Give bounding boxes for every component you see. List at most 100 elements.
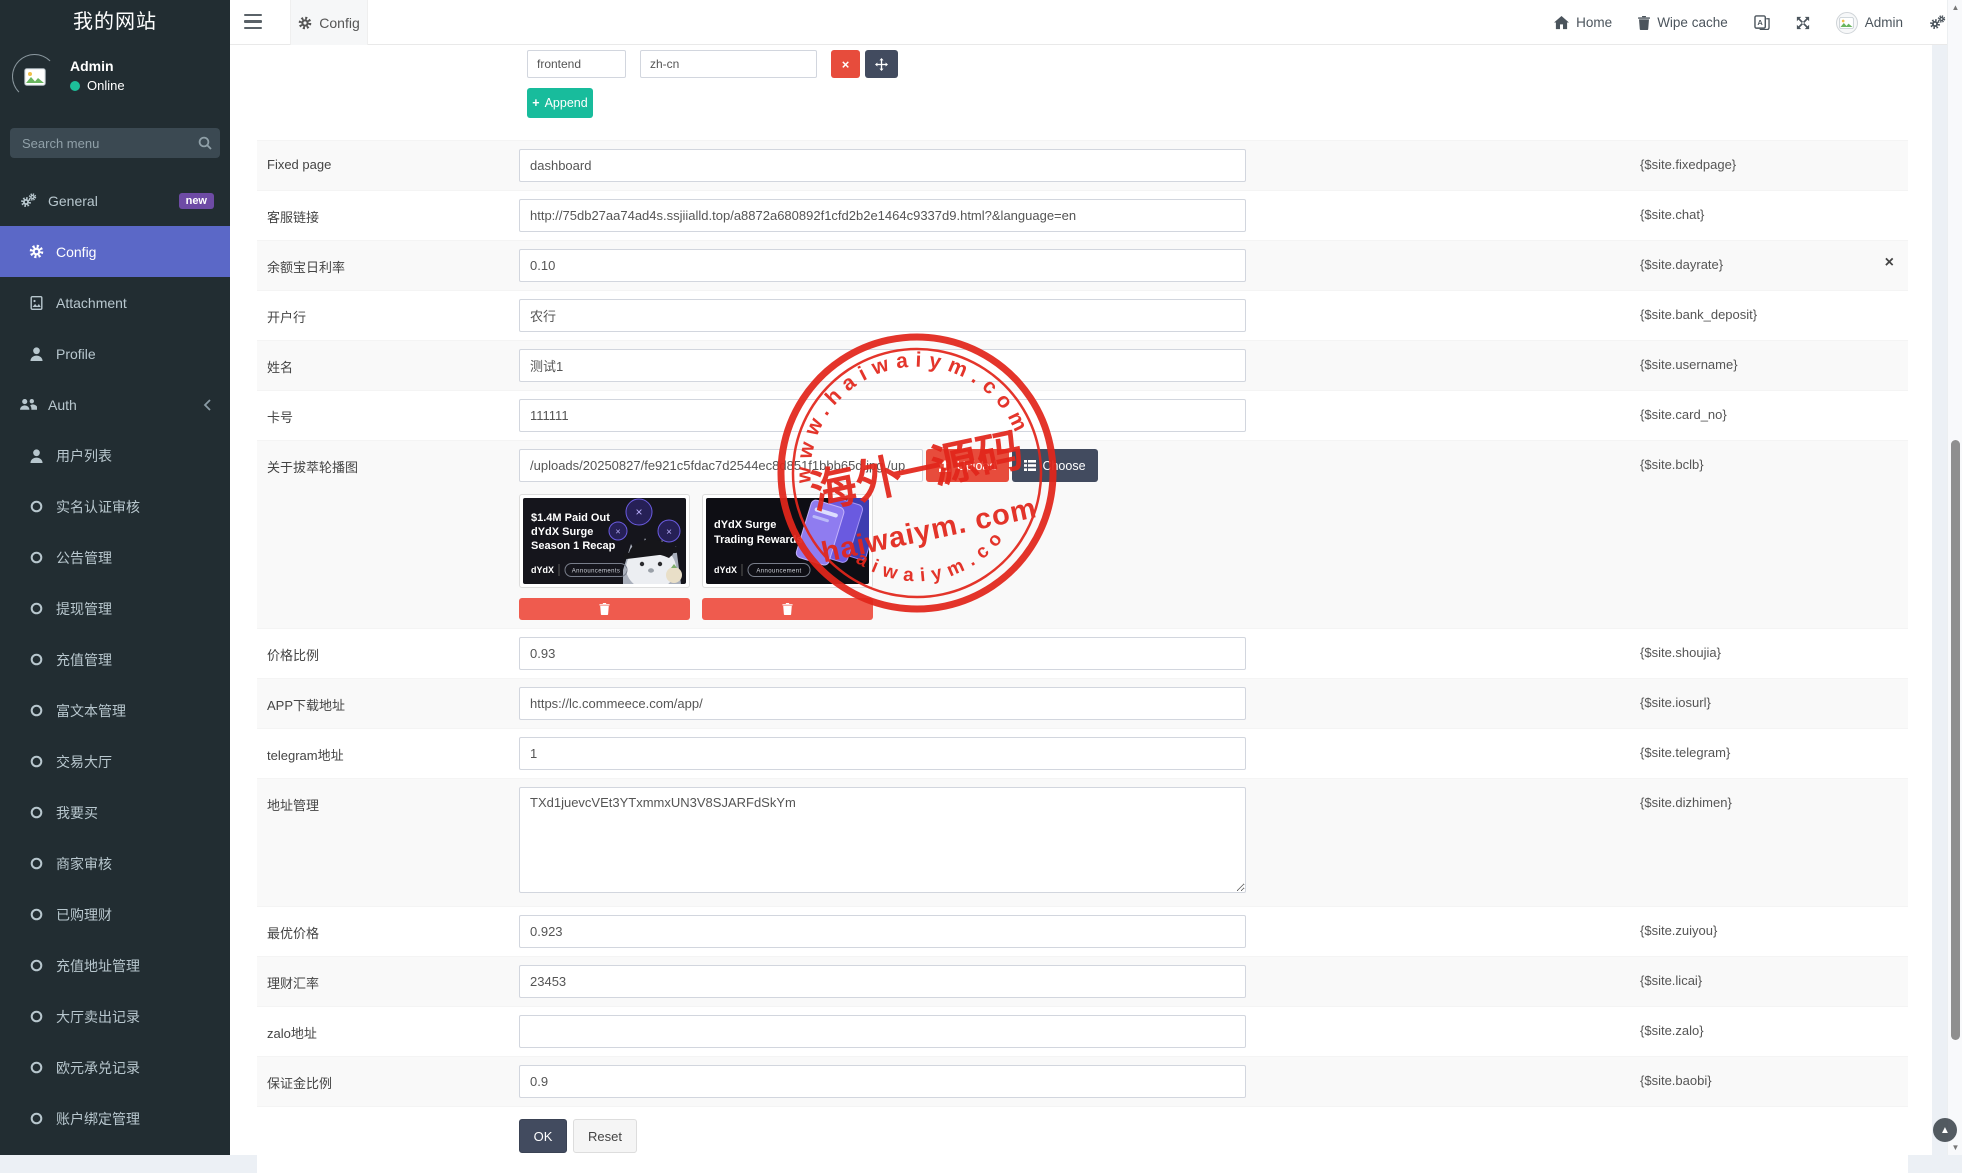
config-row: 余额宝日利率 {$site.dayrate}× (257, 240, 1908, 290)
sidebar-item-recharge-address[interactable]: 充值地址管理 (0, 940, 230, 991)
fullscreen-button[interactable] (1796, 16, 1810, 30)
trash-icon (782, 603, 793, 615)
drag-language-button[interactable] (865, 50, 898, 78)
row-label: 价格比例 (257, 629, 519, 678)
row-input[interactable] (519, 1065, 1246, 1098)
row-label: telegram地址 (257, 729, 519, 778)
row-input[interactable] (519, 299, 1246, 332)
circle-icon (27, 653, 45, 666)
sidebar-item-want-buy[interactable]: 我要买 (0, 787, 230, 838)
upload-button[interactable]: Upload (926, 449, 1009, 482)
sidebar-item-recharge[interactable]: 充值管理 (0, 634, 230, 685)
row-input[interactable] (519, 449, 923, 482)
slide-thumbnail[interactable]: × × × $1.4M Paid Out dYdX Surge Season 1… (519, 494, 690, 588)
row-input[interactable] (519, 965, 1246, 998)
sidebar-item-purchased[interactable]: 已购理财 (0, 889, 230, 940)
row-textarea[interactable] (519, 787, 1246, 893)
row-label: 余额宝日利率 (257, 241, 519, 290)
home-icon (1554, 16, 1569, 30)
token-text: {$site.baobi} (1640, 1073, 1712, 1088)
row-input[interactable] (519, 915, 1246, 948)
row-input[interactable] (519, 149, 1246, 182)
trash-icon (1638, 16, 1650, 30)
token-text: {$site.username} (1640, 357, 1738, 372)
token-text: {$site.zuiyou} (1640, 923, 1717, 938)
slide-thumbnail[interactable]: dYdX Surge Trading RewardsdYdX Announcem… (702, 494, 873, 588)
sidebar-item-announcement[interactable]: 公告管理 (0, 532, 230, 583)
row-input[interactable] (519, 737, 1246, 770)
row-label: APP下载地址 (257, 679, 519, 728)
row-input[interactable] (519, 637, 1246, 670)
remove-language-button[interactable]: × (831, 50, 860, 78)
sidebar-item-attachment[interactable]: Attachment (0, 277, 230, 328)
config-row: 地址管理{$site.dizhimen} (257, 778, 1908, 906)
language-name-input[interactable] (527, 50, 626, 78)
token-text: {$site.telegram} (1640, 745, 1730, 760)
row-token: {$site.fixedpage} (1246, 141, 1908, 190)
scrollbar-thumb[interactable] (1951, 440, 1960, 1040)
language-value-input[interactable] (640, 50, 817, 78)
sidebar-item-label: 大厅卖出记录 (56, 1007, 140, 1027)
row-input[interactable] (519, 399, 1246, 432)
settings-button[interactable] (1929, 15, 1946, 30)
row-input[interactable] (519, 1015, 1246, 1048)
ok-button[interactable]: OK (519, 1119, 567, 1153)
delete-slide-button[interactable] (702, 598, 873, 620)
search-icon[interactable] (198, 136, 212, 150)
append-button[interactable]: +Append (527, 88, 593, 118)
row-token: {$site.username} (1246, 341, 1908, 390)
sidebar-item-label: 用户列表 (56, 446, 112, 466)
sidebar-item-config[interactable]: Config (0, 226, 230, 277)
admin-menu[interactable]: Admin (1836, 12, 1903, 34)
row-label: 姓名 (257, 341, 519, 390)
sidebar-item-withdraw[interactable]: 提现管理 (0, 583, 230, 634)
config-row: Fixed page{$site.fixedpage} (257, 140, 1908, 190)
row-input[interactable] (519, 199, 1246, 232)
circle-icon (27, 1010, 45, 1023)
row-input[interactable] (519, 687, 1246, 720)
config-row: 客服链接{$site.chat} (257, 190, 1908, 240)
sidebar-item-label: 充值地址管理 (56, 956, 140, 976)
tab-config[interactable]: Config (290, 0, 368, 45)
sidebar-item-profile[interactable]: Profile (0, 328, 230, 379)
sidebar-item-realname-audit[interactable]: 实名认证审核 (0, 481, 230, 532)
home-link[interactable]: Home (1554, 15, 1612, 30)
scroll-down-icon[interactable]: ▼ (1948, 1143, 1962, 1152)
language-switch-button[interactable]: A (1754, 15, 1770, 30)
reset-button[interactable]: Reset (573, 1119, 637, 1153)
sidebar-item-trade-hall[interactable]: 交易大厅 (0, 736, 230, 787)
sidebar-item-hall-sell-log[interactable]: 大厅卖出记录 (0, 991, 230, 1042)
append-label: Append (545, 96, 588, 110)
user-status: Online (70, 78, 125, 93)
search-input[interactable] (22, 136, 198, 151)
row-input[interactable] (519, 249, 1246, 282)
sidebar-item-euro-exchange-log[interactable]: 欧元承兑记录 (0, 1042, 230, 1093)
svg-text:Season 1 Recap: Season 1 Recap (531, 540, 616, 552)
sidebar-item-label: General (48, 193, 98, 209)
circle-icon (27, 704, 45, 717)
token-text: {$site.card_no} (1640, 407, 1727, 422)
row-input[interactable] (519, 349, 1246, 382)
scroll-up-icon[interactable]: ▲ (1948, 3, 1962, 12)
circle-icon (27, 1061, 45, 1074)
back-to-top-button[interactable]: ▲ (1933, 1118, 1957, 1142)
move-icon (875, 58, 888, 71)
sidebar-item-label: 欧元承兑记录 (56, 1058, 140, 1078)
page-scrollbar[interactable]: ▲ ▼ (1947, 0, 1962, 1155)
choose-button[interactable]: Choose (1012, 449, 1098, 482)
sidebar-item-label: 公告管理 (56, 548, 112, 568)
svg-text:dYdX Surge: dYdX Surge (714, 519, 776, 531)
row-token: {$site.dayrate}× (1246, 241, 1908, 290)
brand-title: 我的网站 (0, 0, 230, 45)
sidebar-item-general[interactable]: Generalnew (0, 175, 230, 226)
sidebar-item-auth[interactable]: Auth (0, 379, 230, 430)
sidebar-item-account-binding[interactable]: 账户绑定管理 (0, 1093, 230, 1144)
row-label: 开户行 (257, 291, 519, 340)
row-close-icon[interactable]: × (1885, 255, 1894, 271)
sidebar-toggle-icon[interactable] (244, 14, 264, 30)
delete-slide-button[interactable] (519, 598, 690, 620)
sidebar-item-user-list[interactable]: 用户列表 (0, 430, 230, 481)
sidebar-item-richtext[interactable]: 富文本管理 (0, 685, 230, 736)
sidebar-item-merchant-audit[interactable]: 商家审核 (0, 838, 230, 889)
wipe-cache-button[interactable]: Wipe cache (1638, 15, 1728, 30)
